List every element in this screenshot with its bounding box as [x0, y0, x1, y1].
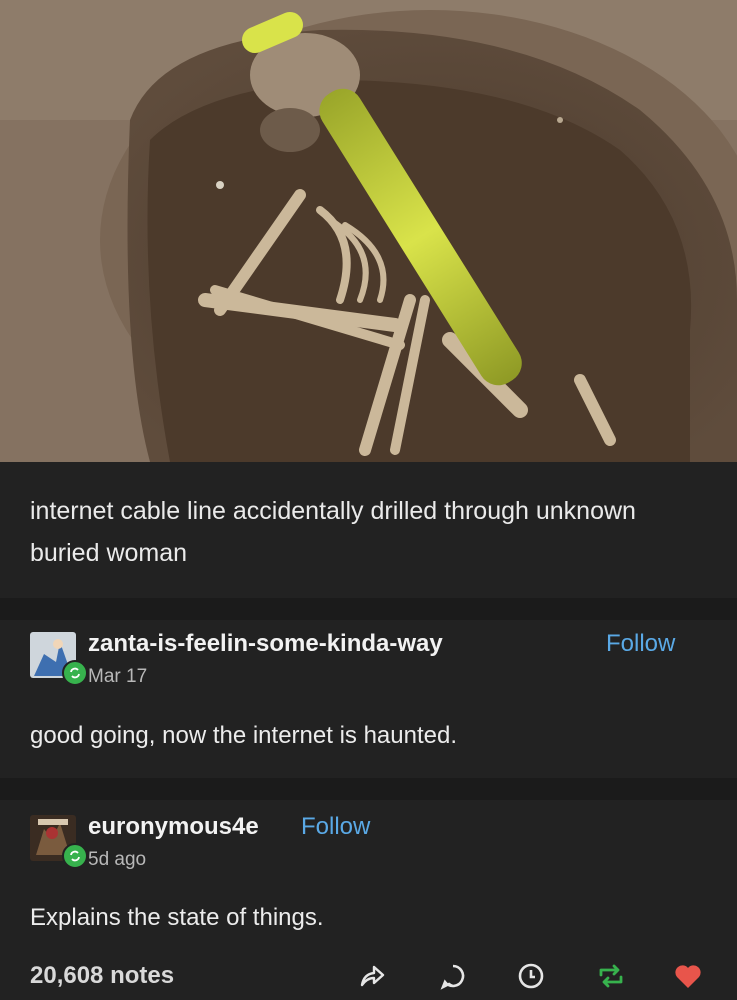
- reblog-text: good going, now the internet is haunted.: [30, 722, 457, 749]
- reply-icon[interactable]: [435, 958, 471, 994]
- reblog-date: Mar 17: [88, 666, 148, 687]
- reblog-username[interactable]: zanta-is-feelin-some-kinda-way: [88, 630, 443, 658]
- reblog-badge-icon: [62, 660, 88, 686]
- reblog-text: Explains the state of things.: [30, 904, 324, 931]
- post-footer: 20,608 notes: [0, 950, 737, 1000]
- reblog-date: 5d ago: [88, 849, 147, 870]
- post-caption: internet cable line accidentally drilled…: [30, 497, 636, 567]
- share-icon[interactable]: [354, 958, 390, 994]
- like-icon[interactable]: [670, 958, 706, 994]
- divider: [0, 778, 737, 800]
- reblog-avatar[interactable]: [30, 632, 88, 686]
- reblog-icon[interactable]: [593, 958, 629, 994]
- notes-count[interactable]: 20,608 notes: [30, 962, 174, 990]
- follow-button[interactable]: Follow: [606, 630, 675, 658]
- clock-icon[interactable]: [513, 958, 549, 994]
- divider: [0, 598, 737, 620]
- reblog-badge-icon: [62, 843, 88, 869]
- follow-button[interactable]: Follow: [301, 813, 370, 841]
- reblog-username[interactable]: euronymous4e: [88, 813, 259, 841]
- post-photo[interactable]: [0, 0, 737, 462]
- reblog-avatar[interactable]: [30, 815, 88, 869]
